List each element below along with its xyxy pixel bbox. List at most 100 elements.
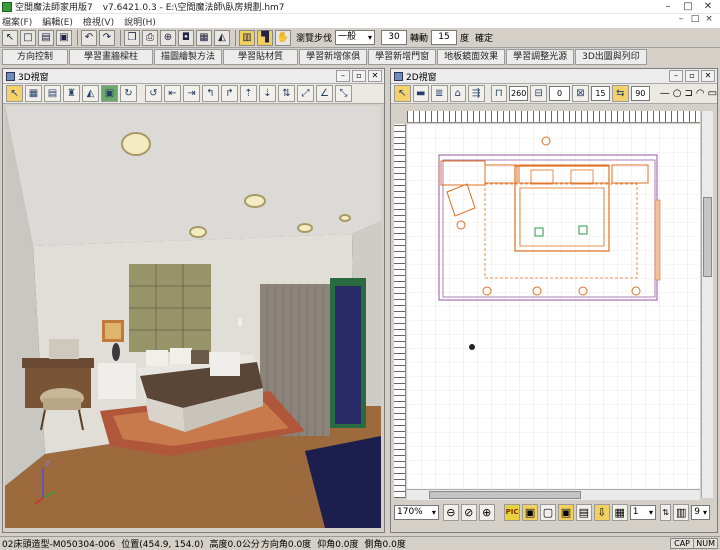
turn-right-icon[interactable]: ↱ <box>221 85 238 102</box>
rotate-left-icon[interactable]: ↺ <box>145 85 162 102</box>
menu-view[interactable]: 檢視(V) <box>83 15 114 28</box>
maximize-icon[interactable]: □ <box>678 0 698 13</box>
layout-icon[interactable]: ▥ <box>239 29 255 46</box>
field-length[interactable]: 260 <box>509 86 529 101</box>
angle-icon[interactable]: ⊠ <box>572 85 589 102</box>
pane-minimize-icon[interactable]: – <box>669 70 683 82</box>
up-icon[interactable]: ⇡ <box>240 85 257 102</box>
field-step[interactable]: 15 <box>590 86 611 101</box>
copy-icon[interactable]: ❐ <box>124 29 140 46</box>
tut-doors[interactable]: 學習新增門窗 <box>368 49 437 65</box>
tut-material[interactable]: 學習貼材質 <box>223 49 299 65</box>
camera-icon[interactable]: ◘ <box>178 29 194 46</box>
redo-icon[interactable]: ↷ <box>99 29 115 46</box>
draw-rect-icon[interactable]: ⊐ <box>684 88 692 99</box>
tut-direction[interactable]: 方向控制 <box>2 49 69 65</box>
view-icon[interactable]: ▜ <box>257 29 273 46</box>
draw-poly-icon[interactable]: ▭ <box>708 88 717 99</box>
bucket-icon[interactable]: ◭ <box>82 85 99 102</box>
select-arrow-icon[interactable]: ↖ <box>2 29 18 46</box>
bucket-icon[interactable]: ◭ <box>214 29 230 46</box>
window-tool-icon[interactable]: ⇶ <box>468 85 485 102</box>
arrow-up-icon[interactable]: ⇅ <box>659 503 672 521</box>
shade-icon[interactable]: ▤ <box>575 503 592 521</box>
pane-close-icon[interactable]: ✕ <box>368 70 382 82</box>
down-icon[interactable]: ⇣ <box>259 85 276 102</box>
undo-icon[interactable]: ↶ <box>81 29 97 46</box>
picture-icon[interactable]: PIC <box>504 503 521 521</box>
tut-print[interactable]: 3D出圖與列印 <box>575 49 647 65</box>
reset-view-icon[interactable]: ⤡ <box>335 85 352 102</box>
draw-line-icon[interactable]: — <box>660 88 670 99</box>
pane-restore-icon[interactable]: ▫ <box>685 70 699 82</box>
height-icon[interactable]: ⊟ <box>530 85 547 102</box>
minimize-icon[interactable]: – <box>658 0 678 13</box>
field-offset[interactable]: 0 <box>548 86 571 101</box>
viewport-3d[interactable]: Z <box>5 106 381 528</box>
zoom-fit-icon[interactable]: ⊘ <box>460 503 477 521</box>
pane-minimize-icon[interactable]: – <box>336 70 350 82</box>
walk-mode-select[interactable]: 一般 <box>335 30 376 45</box>
close-icon[interactable]: ✕ <box>698 0 718 13</box>
refresh-icon[interactable]: ↻ <box>120 85 137 102</box>
new-file-icon[interactable]: □ <box>20 29 36 46</box>
plan-vscroll-thumb[interactable] <box>703 197 712 277</box>
rotate-input[interactable]: 15 <box>431 30 458 45</box>
texture-icon[interactable]: ▤ <box>44 85 61 102</box>
page-select[interactable]: 1 <box>629 504 656 520</box>
hand-icon[interactable]: ✋ <box>275 29 291 46</box>
pan-left-icon[interactable]: ⇤ <box>164 85 181 102</box>
confirm-button[interactable]: 確定 <box>475 31 493 44</box>
tut-floor[interactable]: 地板鏡面效果 <box>437 49 506 65</box>
save-icon[interactable]: ▣ <box>56 29 72 46</box>
turn-left-icon[interactable]: ↰ <box>202 85 219 102</box>
zoom-out-icon[interactable]: ⊖ <box>442 503 459 521</box>
stair-icon[interactable]: ≣ <box>431 85 448 102</box>
open-folder-icon[interactable]: ▤ <box>38 29 54 46</box>
angle-icon[interactable]: ∠ <box>316 85 333 102</box>
mdi-minimize-icon[interactable]: – <box>674 14 688 24</box>
view-frame-icon[interactable]: ▣ <box>557 503 574 521</box>
select-icon[interactable]: ↖ <box>394 85 411 102</box>
raise-icon[interactable]: ⇅ <box>278 85 295 102</box>
floor-plan-canvas[interactable] <box>407 124 700 498</box>
tilt-icon[interactable]: ⤢ <box>297 85 314 102</box>
tut-walls[interactable]: 學習畫牆樑柱 <box>69 49 154 65</box>
plan-vscroll[interactable] <box>701 111 713 498</box>
frame-icon[interactable]: ▢ <box>540 503 556 521</box>
pane-restore-icon[interactable]: ▫ <box>352 70 366 82</box>
draw-arc-icon[interactable]: ◠ <box>696 88 705 99</box>
grid-icon[interactable]: ▦ <box>25 85 42 102</box>
grid-icon[interactable]: ▥ <box>673 503 690 521</box>
pane-close-icon[interactable]: ✕ <box>701 70 715 82</box>
lamp-icon[interactable]: ♜ <box>63 85 80 102</box>
menu-file[interactable]: 檔案(F) <box>2 15 32 28</box>
menu-edit[interactable]: 編輯(E) <box>42 15 73 28</box>
step-input[interactable]: 30 <box>381 30 408 45</box>
menu-help[interactable]: 說明(H) <box>124 15 156 28</box>
zoom-in-icon[interactable]: ⊕ <box>478 503 495 521</box>
tut-furniture[interactable]: 學習新增傢俱 <box>299 49 368 65</box>
zoom-icon[interactable]: ⊕ <box>160 29 176 46</box>
mdi-close-icon[interactable]: × <box>702 14 716 24</box>
count-select[interactable]: 9 <box>691 504 711 520</box>
plant-icon[interactable]: ▣ <box>101 85 118 102</box>
plan-hscroll[interactable] <box>407 489 700 500</box>
tut-trace[interactable]: 描圖繪製方法 <box>154 49 223 65</box>
print-icon[interactable]: ⎙ <box>142 29 158 46</box>
lock-icon[interactable]: ▦ <box>611 503 628 521</box>
select-icon[interactable]: ↖ <box>6 85 23 102</box>
export-icon[interactable]: ⇩ <box>593 503 610 521</box>
ruler-icon[interactable]: ⊓ <box>490 85 507 102</box>
tut-light[interactable]: 學習調整光源 <box>506 49 575 65</box>
door-icon[interactable]: ⌂ <box>449 85 466 102</box>
draw-circle-icon[interactable]: ○ <box>673 88 682 99</box>
zoom-select[interactable]: 170% <box>394 504 439 520</box>
wall-icon[interactable]: ▬ <box>412 85 429 102</box>
lock-icon[interactable]: ▦ <box>196 29 212 46</box>
pan-right-icon[interactable]: ⇥ <box>183 85 200 102</box>
plan-hscroll-thumb[interactable] <box>429 491 581 499</box>
snap-icon[interactable]: ⇆ <box>612 85 629 102</box>
field-angle[interactable]: 90 <box>630 86 650 101</box>
layer-icon[interactable]: ▣ <box>522 503 538 521</box>
